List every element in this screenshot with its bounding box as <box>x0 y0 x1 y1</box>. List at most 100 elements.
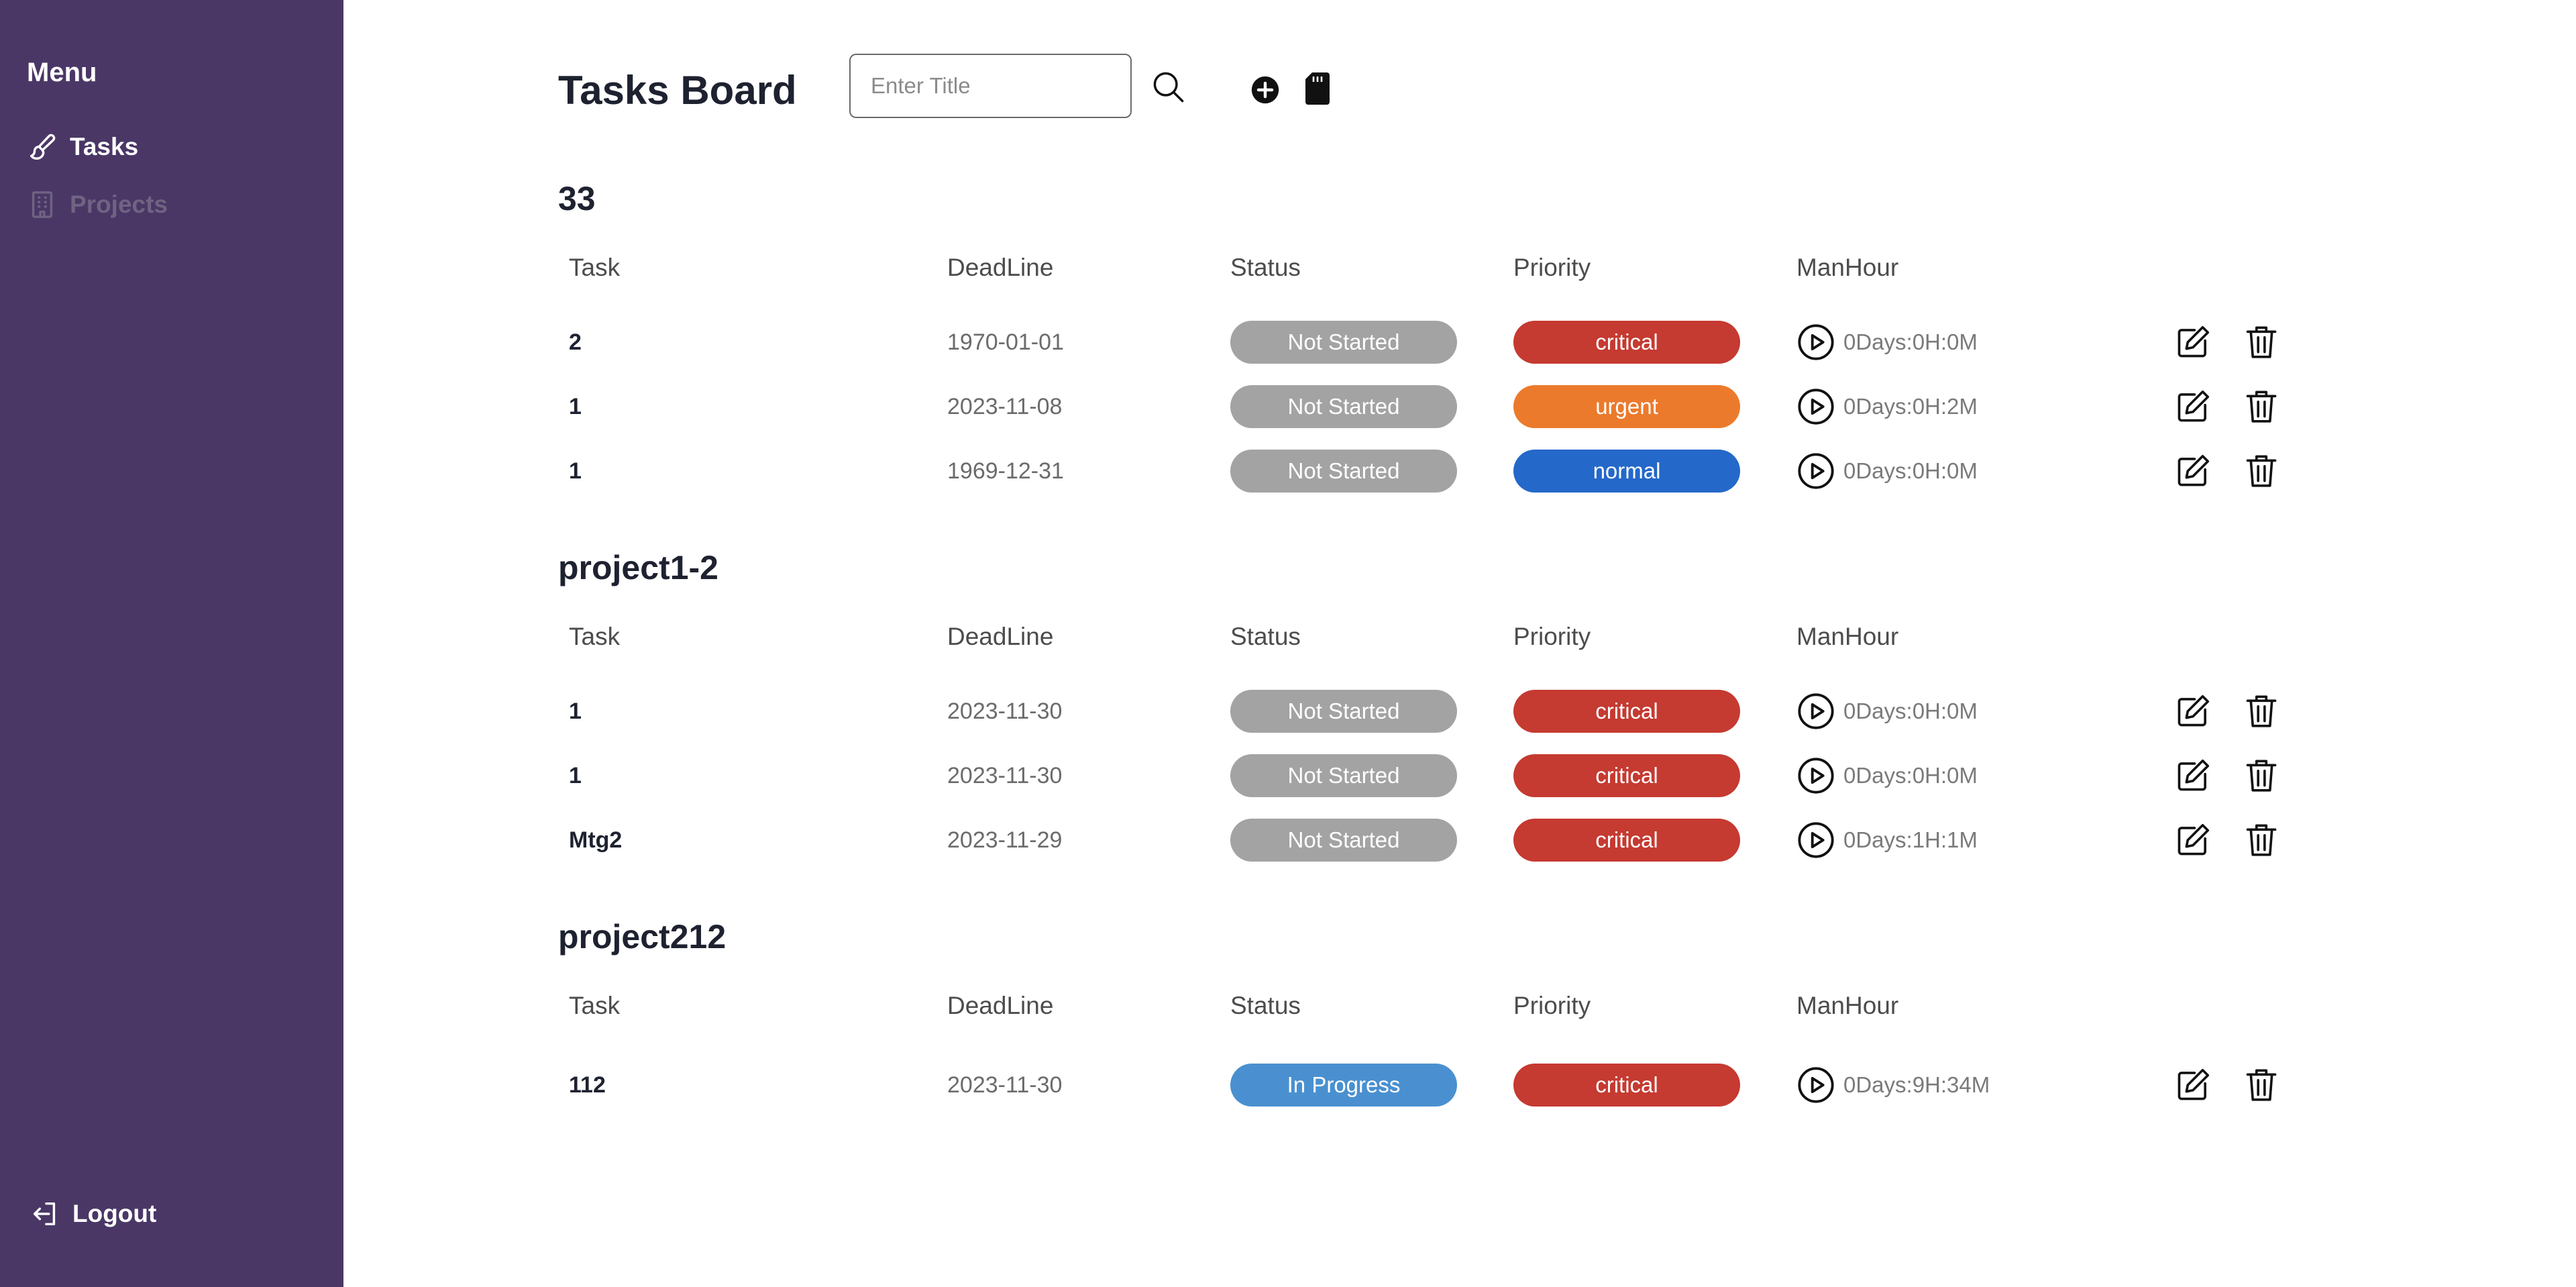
column-header-manhour: ManHour <box>1796 254 1899 281</box>
project-group: 33 Task DeadLine Status Priority ManHour… <box>558 178 2302 493</box>
project-group: project1-2 Task DeadLine Status Priority… <box>558 548 2302 862</box>
column-header-priority: Priority <box>1513 254 1591 281</box>
table-row: 2 1970-01-01 Not Started critical 0Days:… <box>558 319 2302 366</box>
manhour-value: 0Days:0H:2M <box>1843 394 1978 419</box>
play-icon[interactable] <box>1796 756 1835 795</box>
play-icon[interactable] <box>1796 452 1835 491</box>
edit-icon[interactable] <box>2174 1066 2212 1104</box>
column-header-status: Status <box>1230 623 1301 650</box>
sidebar-item-label: Projects <box>70 191 168 218</box>
task-deadline: 2023-11-30 <box>947 1072 1063 1098</box>
manhour-cell: 0Days:1H:1M <box>1796 817 1978 864</box>
sidebar: Menu Tasks Projects Logout <box>0 0 343 1287</box>
column-header-deadline: DeadLine <box>947 623 1054 650</box>
project-title: 33 <box>558 180 596 217</box>
manhour-value: 0Days:0H:0M <box>1843 763 1978 788</box>
task-name: 1 <box>569 393 582 419</box>
column-header-deadline: DeadLine <box>947 992 1054 1019</box>
task-deadline: 1970-01-01 <box>947 329 1064 355</box>
status-badge[interactable]: In Progress <box>1230 1064 1457 1106</box>
priority-badge[interactable]: normal <box>1513 450 1740 493</box>
manhour-value: 0Days:1H:1M <box>1843 827 1978 852</box>
manhour-value: 0Days:0H:0M <box>1843 699 1978 723</box>
play-icon[interactable] <box>1796 387 1835 426</box>
project-group: project212 Task DeadLine Status Priority… <box>558 917 2302 1106</box>
manhour-cell: 0Days:0H:0M <box>1796 448 1978 495</box>
status-badge[interactable]: Not Started <box>1230 321 1457 364</box>
plus-circle-icon[interactable] <box>1250 75 1280 105</box>
table-row: 1 2023-11-08 Not Started urgent 0Days:0H… <box>558 383 2302 430</box>
priority-badge[interactable]: critical <box>1513 321 1740 364</box>
search-input[interactable] <box>849 54 1132 118</box>
edit-icon[interactable] <box>2174 323 2212 362</box>
task-name: 1 <box>569 762 582 788</box>
logout-label: Logout <box>72 1200 157 1227</box>
manhour-cell: 0Days:9H:34M <box>1796 1062 1990 1109</box>
play-icon[interactable] <box>1796 692 1835 731</box>
edit-icon[interactable] <box>2174 756 2212 795</box>
manhour-cell: 0Days:0H:0M <box>1796 319 1978 366</box>
table-row: 112 2023-11-30 In Progress critical 0Day… <box>558 1062 2302 1109</box>
sidebar-item-tasks[interactable]: Tasks <box>27 132 138 162</box>
status-badge[interactable]: Not Started <box>1230 690 1457 733</box>
task-deadline: 2023-11-08 <box>947 393 1063 419</box>
task-name: 1 <box>569 458 582 484</box>
trash-icon[interactable] <box>2242 821 2281 860</box>
column-header-manhour: ManHour <box>1796 623 1899 650</box>
play-icon[interactable] <box>1796 323 1835 362</box>
column-header-status: Status <box>1230 992 1301 1019</box>
manhour-cell: 0Days:0H:0M <box>1796 688 1978 735</box>
trash-icon[interactable] <box>2242 756 2281 795</box>
task-name: 2 <box>569 329 582 355</box>
edit-icon[interactable] <box>2174 387 2212 426</box>
search-icon[interactable] <box>1151 70 1186 105</box>
table-row: 1 2023-11-30 Not Started critical 0Days:… <box>558 752 2302 799</box>
column-header-task: Task <box>569 254 621 281</box>
logout-icon <box>30 1198 60 1229</box>
page-title: Tasks Board <box>558 68 797 113</box>
status-badge[interactable]: Not Started <box>1230 385 1457 428</box>
play-icon[interactable] <box>1796 821 1835 860</box>
priority-badge[interactable]: critical <box>1513 1064 1740 1106</box>
trash-icon[interactable] <box>2242 387 2281 426</box>
status-badge[interactable]: Not Started <box>1230 754 1457 797</box>
priority-badge[interactable]: critical <box>1513 690 1740 733</box>
task-deadline: 2023-11-29 <box>947 827 1063 853</box>
column-header-manhour: ManHour <box>1796 992 1899 1019</box>
brush-icon <box>27 132 58 162</box>
manhour-value: 0Days:0H:0M <box>1843 458 1978 483</box>
trash-icon[interactable] <box>2242 452 2281 491</box>
logout-button[interactable]: Logout <box>30 1198 156 1229</box>
manhour-value: 0Days:9H:34M <box>1843 1072 1990 1097</box>
task-deadline: 1969-12-31 <box>947 458 1064 484</box>
status-badge[interactable]: Not Started <box>1230 450 1457 493</box>
building-icon <box>27 189 58 220</box>
trash-icon[interactable] <box>2242 1066 2281 1104</box>
column-header-task: Task <box>569 992 621 1019</box>
task-name: 1 <box>569 698 582 724</box>
table-row: 1 2023-11-30 Not Started critical 0Days:… <box>558 688 2302 735</box>
task-deadline: 2023-11-30 <box>947 762 1063 788</box>
priority-badge[interactable]: critical <box>1513 819 1740 862</box>
play-icon[interactable] <box>1796 1066 1835 1104</box>
task-name: Mtg2 <box>569 827 623 853</box>
trash-icon[interactable] <box>2242 323 2281 362</box>
project-title: project212 <box>558 918 727 956</box>
sidebar-item-label: Tasks <box>70 133 139 160</box>
project-title: project1-2 <box>558 549 718 586</box>
edit-icon[interactable] <box>2174 821 2212 860</box>
column-header-task: Task <box>569 623 621 650</box>
sd-card-icon[interactable] <box>1305 72 1330 105</box>
status-badge[interactable]: Not Started <box>1230 819 1457 862</box>
priority-badge[interactable]: urgent <box>1513 385 1740 428</box>
edit-icon[interactable] <box>2174 692 2212 731</box>
menu-title: Menu <box>27 58 97 87</box>
column-header-priority: Priority <box>1513 623 1591 650</box>
trash-icon[interactable] <box>2242 692 2281 731</box>
manhour-cell: 0Days:0H:0M <box>1796 752 1978 799</box>
priority-badge[interactable]: critical <box>1513 754 1740 797</box>
edit-icon[interactable] <box>2174 452 2212 491</box>
sidebar-item-projects[interactable]: Projects <box>27 189 168 220</box>
column-header-deadline: DeadLine <box>947 254 1054 281</box>
table-row: 1 1969-12-31 Not Started normal 0Days:0H… <box>558 448 2302 495</box>
